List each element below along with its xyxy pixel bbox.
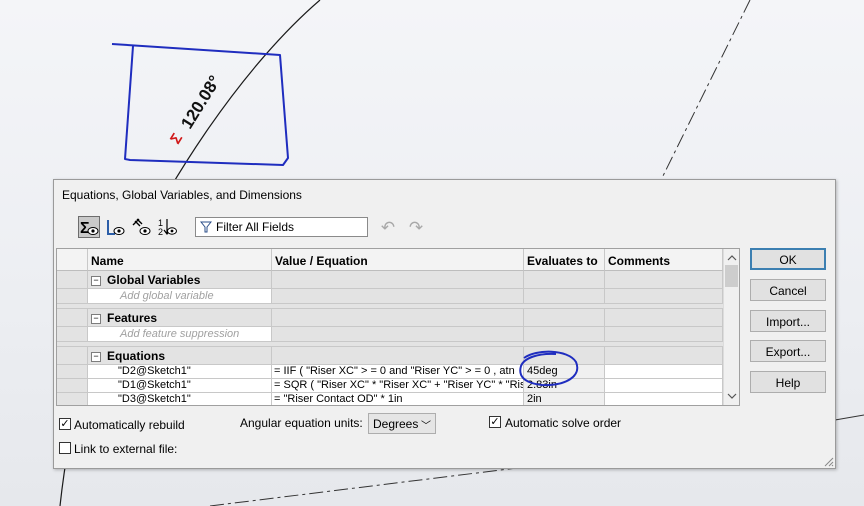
- table-row[interactable]: "D3@Sketch1" = "Riser Contact OD" * 1in …: [57, 393, 739, 405]
- comment-cell[interactable]: [605, 379, 723, 393]
- cancel-button[interactable]: Cancel: [750, 279, 826, 301]
- angular-units-label: Angular equation units:: [240, 416, 363, 430]
- equation-name-cell[interactable]: "D3@Sketch1": [88, 393, 272, 405]
- collapse-icon[interactable]: −: [91, 276, 101, 286]
- dimension-text: 120.08°: [177, 72, 224, 132]
- column-header-equation[interactable]: Value / Equation: [272, 249, 524, 271]
- table-row[interactable]: "D2@Sketch1" = IIF ( "Riser XC" > = 0 an…: [57, 365, 739, 379]
- section-row-equations[interactable]: − Equations: [57, 347, 739, 365]
- scroll-down-icon[interactable]: [724, 390, 740, 402]
- equation-sigma-marker: Σ: [167, 130, 186, 147]
- auto-rebuild-checkbox[interactable]: ✓: [59, 418, 71, 430]
- dimension-view-button[interactable]: [130, 216, 152, 238]
- svg-text:Σ: Σ: [80, 220, 90, 237]
- ok-button[interactable]: OK: [750, 248, 826, 270]
- undo-icon: ↶: [380, 218, 396, 237]
- table-row[interactable]: "D1@Sketch1" = SQR ( "Riser XC" * "Riser…: [57, 379, 739, 393]
- column-header-comments[interactable]: Comments: [605, 249, 723, 271]
- add-global-variable-field[interactable]: Add global variable: [88, 289, 272, 304]
- add-feature-suppression-field[interactable]: Add feature suppression: [88, 327, 272, 342]
- column-header-name[interactable]: Name: [88, 249, 272, 271]
- resize-grip-icon[interactable]: [822, 455, 834, 467]
- dialog-title: Equations, Global Variables, and Dimensi…: [62, 188, 302, 202]
- filter-icon: [200, 221, 212, 233]
- svg-text:2: 2: [158, 227, 163, 237]
- equations-grid: Name Value / Equation Evaluates to Comme…: [56, 248, 740, 406]
- filter-input[interactable]: Filter All Fields: [195, 217, 368, 237]
- import-button[interactable]: Import...: [750, 310, 826, 332]
- undo-button[interactable]: ↶: [378, 218, 398, 238]
- annotation-circle: [519, 350, 579, 387]
- comment-cell[interactable]: [605, 365, 723, 379]
- link-external-label: Link to external file:: [74, 442, 178, 456]
- sketch-eye-icon: [107, 220, 125, 235]
- comment-cell[interactable]: [605, 393, 723, 405]
- help-button[interactable]: Help: [750, 371, 826, 393]
- auto-solve-checkbox[interactable]: ✓: [489, 416, 501, 428]
- equation-name-cell[interactable]: "D1@Sketch1": [88, 379, 272, 393]
- sketch-equation-view-button[interactable]: [104, 216, 126, 238]
- sigma-eye-icon: Σ: [80, 220, 99, 237]
- equation-value-cell[interactable]: = "Riser Contact OD" * 1in: [272, 393, 524, 405]
- section-row-global-variables[interactable]: − Global Variables: [57, 271, 739, 289]
- evaluates-cell: 2in: [524, 393, 605, 405]
- scroll-thumb[interactable]: [725, 265, 738, 287]
- angular-units-select[interactable]: Degrees ﹀: [368, 413, 436, 434]
- section-row-features[interactable]: − Features: [57, 309, 739, 327]
- row-header-corner: [57, 249, 88, 271]
- link-external-checkbox[interactable]: [59, 442, 71, 454]
- auto-rebuild-label: Automatically rebuild: [74, 418, 185, 432]
- add-feature-suppression-row[interactable]: Add feature suppression: [57, 327, 739, 342]
- equation-name-cell[interactable]: "D2@Sketch1": [88, 365, 272, 379]
- centerline-lower: [209, 466, 526, 506]
- equation-view-button[interactable]: Σ: [78, 216, 100, 238]
- equations-dialog: Equations, Global Variables, and Dimensi…: [53, 179, 836, 469]
- add-global-variable-row[interactable]: Add global variable: [57, 289, 739, 304]
- chevron-down-icon: ﹀: [421, 421, 431, 432]
- dimension-eye-icon: [132, 218, 151, 235]
- equation-value-cell[interactable]: = IIF ( "Riser XC" > = 0 and "Riser YC" …: [272, 365, 524, 379]
- column-header-evaluates[interactable]: Evaluates to: [524, 249, 605, 271]
- auto-solve-label: Automatic solve order: [505, 416, 622, 430]
- sketch-line-right: [834, 414, 864, 421]
- scroll-up-icon[interactable]: [724, 252, 740, 264]
- ordered-view-button[interactable]: 12: [156, 216, 178, 238]
- redo-icon: ↷: [408, 218, 424, 237]
- ordered-view-icon: 12: [158, 218, 177, 237]
- vertical-scrollbar[interactable]: [723, 249, 740, 405]
- collapse-icon[interactable]: −: [91, 352, 101, 362]
- collapse-icon[interactable]: −: [91, 314, 101, 324]
- equation-value-cell[interactable]: = SQR ( "Riser XC" * "Riser XC" + "Riser…: [272, 379, 524, 393]
- redo-button[interactable]: ↷: [406, 218, 426, 238]
- export-button[interactable]: Export...: [750, 340, 826, 362]
- centerline: [659, 0, 751, 183]
